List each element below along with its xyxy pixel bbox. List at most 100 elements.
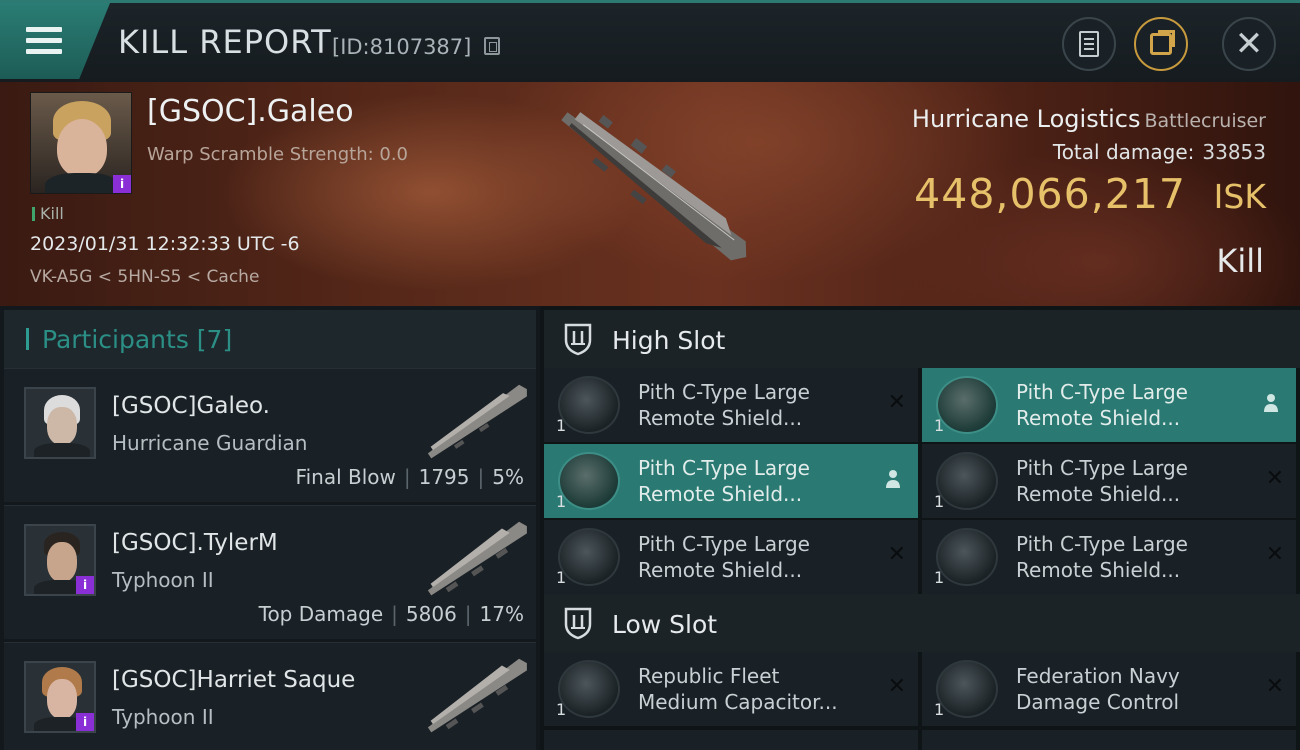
victim-ship-image (561, 112, 747, 261)
participants-header[interactable]: Participants [7] (4, 310, 536, 368)
share-icon (1150, 30, 1175, 55)
module-name-line2: Remote Shield... (1016, 482, 1181, 506)
warp-scramble-strength: Warp Scramble Strength: 0.0 (147, 144, 409, 165)
participant-ship-image (427, 384, 527, 459)
module-qty: 1 (934, 492, 945, 511)
ship-class-text: Battlecruiser (1144, 110, 1266, 132)
module-qty: 1 (934, 568, 945, 587)
close-button[interactable]: ✕ (1222, 17, 1276, 71)
participant-role: Final Blow (295, 465, 396, 489)
module-tile[interactable]: 1 Pith C-Type Large Remote Shield... ✕ (544, 368, 918, 442)
high-slot-icon (564, 323, 592, 356)
victim-ship-name[interactable]: Hurricane Logistics Battlecruiser (912, 105, 1266, 133)
low-slot-icon (564, 607, 592, 640)
top-bar: KILL REPORT [ID:8107387] ✕ (0, 0, 1300, 82)
high-slot-header: High Slot (544, 310, 1300, 368)
shield-booster-icon (558, 528, 620, 586)
destroyed-x-icon: ✕ (1265, 542, 1284, 567)
destroyed-x-icon: ✕ (1265, 674, 1284, 699)
module-name-line1: Pith C-Type Large (1016, 456, 1188, 480)
menu-icon-bar (26, 38, 62, 43)
total-damage-label: Total damage: (1052, 140, 1195, 164)
module-name-line1: Pith C-Type Large (638, 456, 810, 480)
participant-percent: 17% (479, 602, 524, 626)
shield-booster-icon (558, 376, 620, 434)
ship-name-text: Hurricane Logistics (911, 105, 1141, 133)
kill-tag: Kill (32, 204, 64, 223)
participant-ship: Typhoon II (112, 568, 214, 592)
module-name-line1: Pith C-Type Large (1016, 532, 1188, 556)
participant-row[interactable]: [GSOC]Galeo. Hurricane Guardian Final Bl… (4, 368, 536, 502)
page-title: KILL REPORT (118, 23, 332, 61)
info-badge-icon: i (76, 713, 94, 731)
participant-stats: Final Blow | 1795 | 5% (295, 465, 524, 489)
module-tile[interactable]: 1 Pith C-Type Large Remote Shield... (544, 444, 918, 518)
report-id: [ID:8107387] (332, 35, 472, 59)
module-name-line2: Medium Capacitor... (638, 690, 838, 714)
shield-booster-icon (936, 376, 998, 434)
destroyed-x-icon: ✕ (887, 390, 906, 415)
module-name-line2: Remote Shield... (1016, 406, 1181, 430)
module-tile[interactable] (544, 730, 918, 750)
victim-name[interactable]: [GSOC].Galeo (147, 94, 354, 129)
module-qty: 1 (934, 700, 945, 719)
document-icon (1079, 31, 1099, 57)
victim-summary: i [GSOC].Galeo Warp Scramble Strength: 0… (0, 82, 1300, 306)
menu-icon-bar (26, 49, 62, 54)
info-badge-icon: i (76, 576, 94, 594)
participant-avatar: i (24, 524, 96, 596)
participants-accent (26, 328, 29, 350)
participant-ship: Typhoon II (112, 705, 214, 729)
module-qty: 1 (556, 700, 567, 719)
module-name-line1: Federation Navy (1016, 664, 1180, 688)
module-name-line2: Remote Shield... (638, 482, 803, 506)
module-tile[interactable]: 1 Federation Navy Damage Control ✕ (922, 652, 1296, 726)
isk-value: 448,066,217 (914, 170, 1186, 218)
document-button[interactable] (1062, 17, 1116, 71)
participant-avatar (24, 387, 96, 459)
kill-datetime: 2023/01/31 12:32:33 UTC -6 (30, 233, 300, 255)
module-tile[interactable]: 1 Pith C-Type Large Remote Shield... ✕ (922, 520, 1296, 594)
module-tile[interactable]: 1 Pith C-Type Large Remote Shield... (922, 368, 1296, 442)
participant-percent: 5% (492, 465, 524, 489)
person-icon (1264, 394, 1278, 412)
module-tile[interactable] (922, 730, 1296, 750)
close-icon: ✕ (1234, 24, 1264, 64)
module-name-line2: Remote Shield... (1016, 558, 1181, 582)
module-tile[interactable]: 1 Pith C-Type Large Remote Shield... ✕ (922, 444, 1296, 518)
module-qty: 1 (556, 492, 567, 511)
share-button[interactable] (1134, 17, 1188, 71)
participant-avatar: i (24, 661, 96, 733)
isk-unit: ISK (1213, 177, 1266, 216)
participant-ship: Hurricane Guardian (112, 431, 308, 455)
module-name-line1: Pith C-Type Large (1016, 380, 1188, 404)
damage-control-icon (936, 660, 998, 718)
kill-location: VK-A5G < 5HN-S5 < Cache (30, 267, 260, 287)
high-slot-label: High Slot (612, 326, 726, 355)
menu-icon (26, 27, 62, 32)
menu-button[interactable] (0, 3, 110, 79)
participant-row[interactable]: i [GSOC]Harriet Saque Typhoon II (4, 642, 536, 750)
participant-ship-image (427, 521, 527, 596)
low-slot-header: Low Slot (544, 594, 1300, 652)
module-name-line2: Remote Shield... (638, 558, 803, 582)
shield-booster-icon (558, 452, 620, 510)
destroyed-x-icon: ✕ (887, 542, 906, 567)
module-tile[interactable]: 1 Republic Fleet Medium Capacitor... ✕ (544, 652, 918, 726)
participants-label: Participants [7] (42, 325, 233, 354)
module-name-line2: Damage Control (1016, 690, 1180, 714)
copy-icon[interactable] (484, 37, 500, 55)
shield-booster-icon (936, 452, 998, 510)
module-name-line1: Republic Fleet (638, 664, 780, 688)
module-tile[interactable]: 1 Pith C-Type Large Remote Shield... ✕ (544, 520, 918, 594)
participant-row[interactable]: i [GSOC].TylerM Typhoon II Top Damage | 58… (4, 505, 536, 639)
module-name-line1: Pith C-Type Large (638, 532, 810, 556)
total-damage-value: 33853 (1202, 140, 1266, 164)
participants-panel: Participants [7] [GSOC]Galeo. Hurricane … (0, 306, 540, 750)
participant-name: [GSOC]Harriet Saque (112, 667, 356, 693)
kill-result: Kill (1216, 242, 1264, 280)
module-qty: 1 (556, 568, 567, 587)
info-badge-icon: i (113, 175, 131, 193)
shield-booster-icon (936, 528, 998, 586)
victim-avatar[interactable]: i (30, 92, 132, 194)
